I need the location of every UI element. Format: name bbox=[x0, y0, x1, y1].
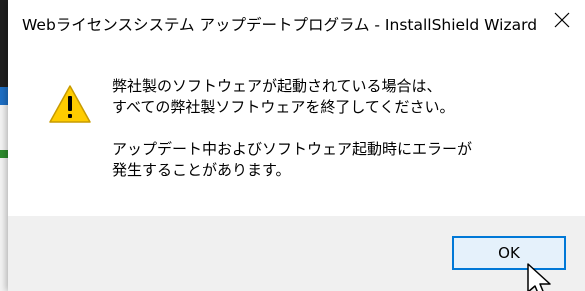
message-paragraph-1: 弊社製のソフトウェアが起動されている場合は、 すべての弊社製ソフトウェアを終了し… bbox=[112, 77, 455, 116]
title-bar[interactable]: Webライセンスシステム アップデートプログラム - InstallShield… bbox=[8, 0, 585, 48]
desktop-background bbox=[0, 0, 8, 87]
mouse-cursor-icon bbox=[527, 263, 551, 291]
message-text: 弊社製のソフトウェアが起動されている場合は、 すべての弊社製ソフトウェアを終了し… bbox=[112, 76, 472, 202]
close-icon bbox=[554, 12, 570, 28]
desktop-background-window-body bbox=[0, 105, 8, 291]
message-paragraph-2: アップデート中およびソフトウェア起動時にエラーが 発生することがあります。 bbox=[112, 140, 473, 179]
desktop-background-accent bbox=[0, 150, 8, 158]
close-button[interactable] bbox=[539, 0, 585, 40]
warning-icon bbox=[49, 85, 91, 123]
desktop-background-window-edge bbox=[0, 87, 8, 105]
button-bar: OK bbox=[8, 216, 585, 291]
installshield-dialog: Webライセンスシステム アップデートプログラム - InstallShield… bbox=[8, 0, 585, 291]
window-title: Webライセンスシステム アップデートプログラム - InstallShield… bbox=[22, 16, 538, 34]
message-area: 弊社製のソフトウェアが起動されている場合は、 すべての弊社製ソフトウェアを終了し… bbox=[8, 48, 585, 216]
screen: Webライセンスシステム アップデートプログラム - InstallShield… bbox=[0, 0, 585, 291]
